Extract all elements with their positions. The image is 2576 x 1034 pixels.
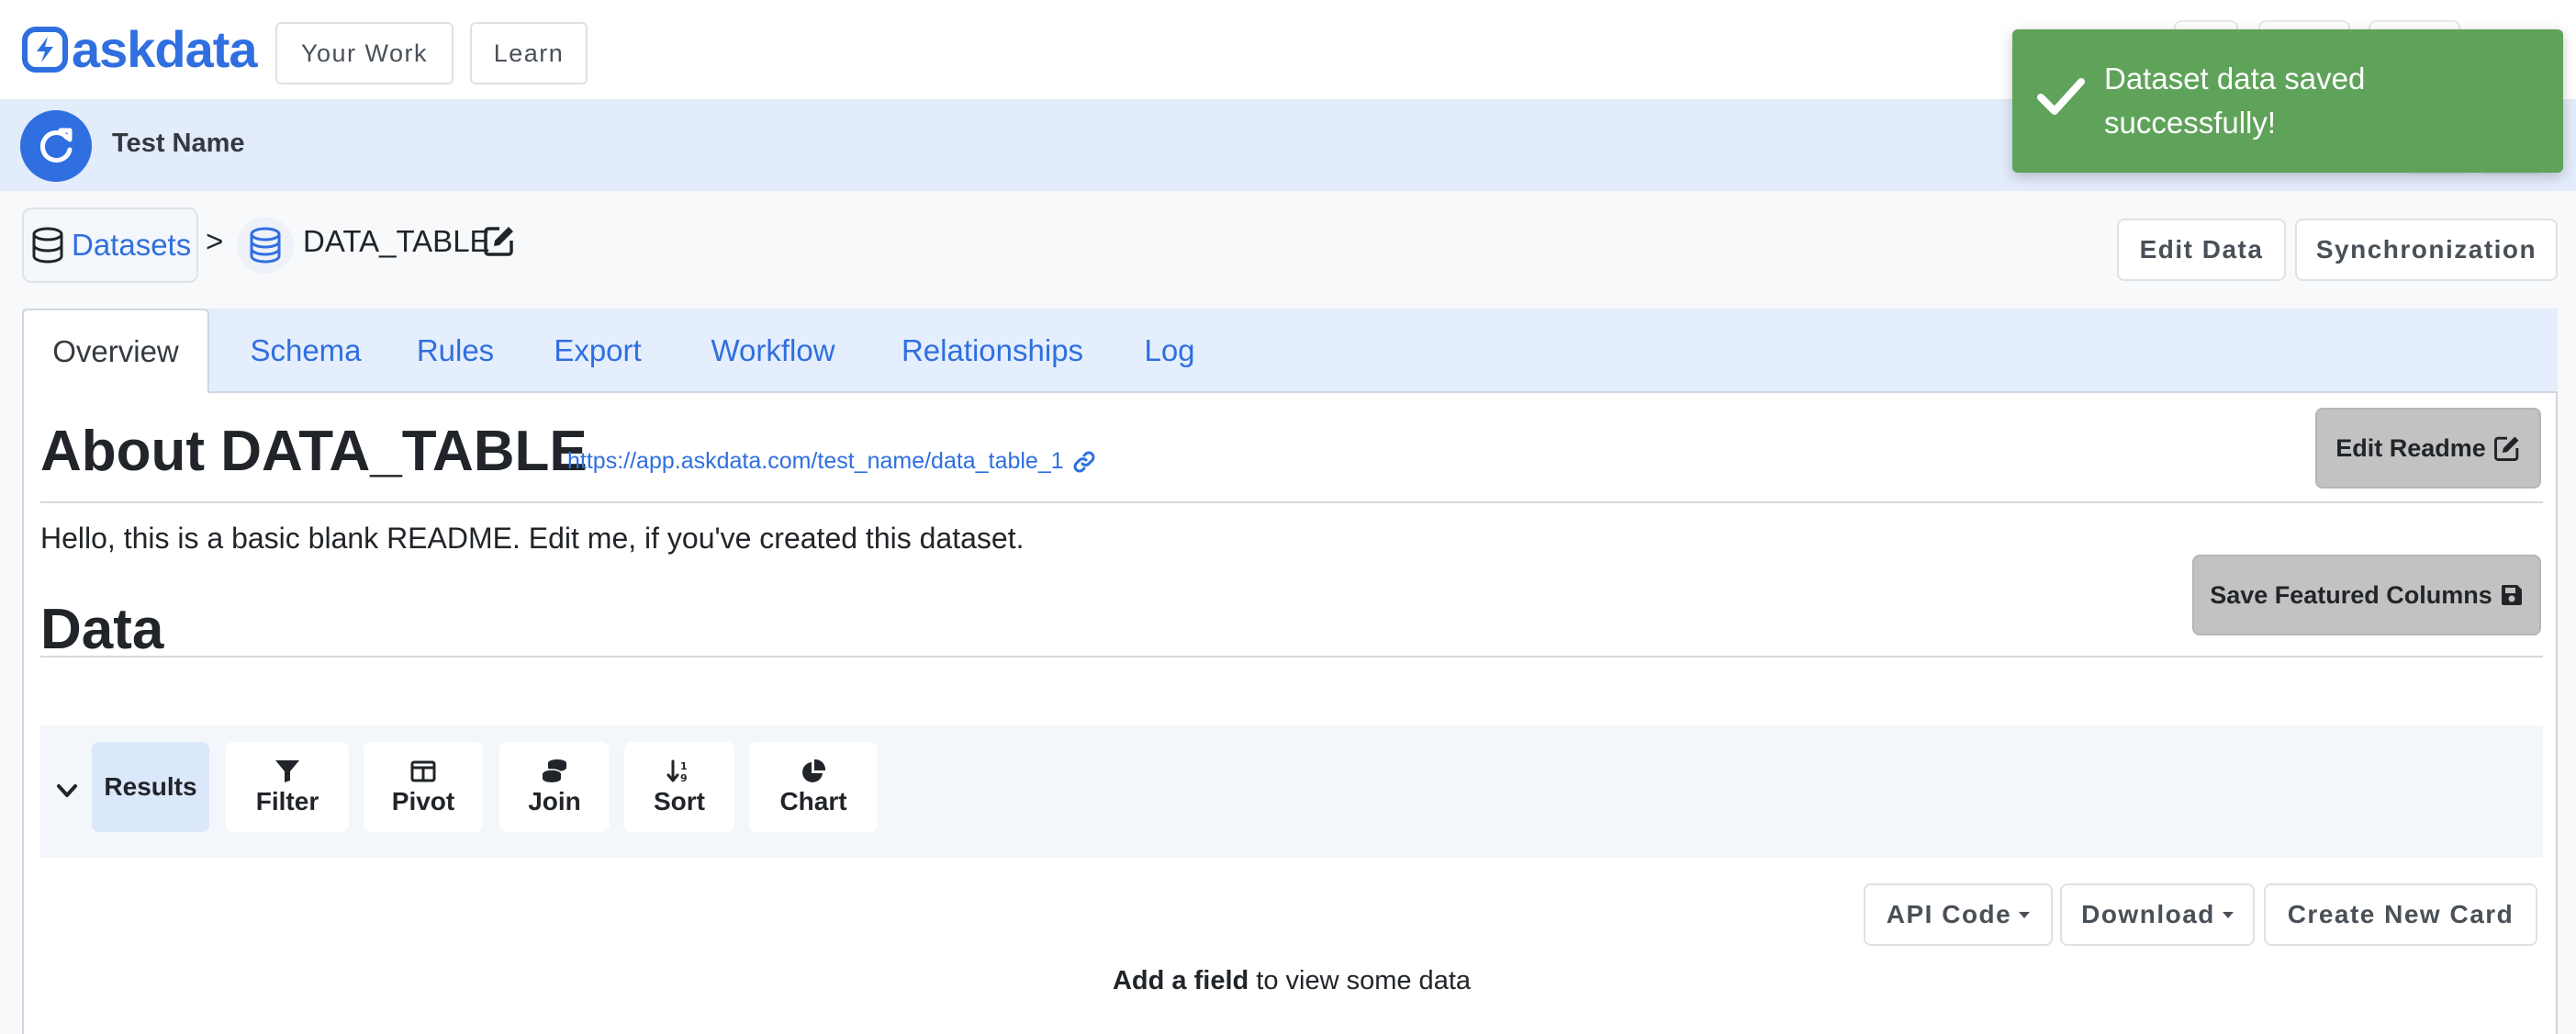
success-toast[interactable]: Dataset data saved successfully! [2012,29,2563,173]
logo-text: askdata [72,20,258,78]
user-name: Test Name [112,129,245,158]
edit-data-button[interactable]: Edit Data [2117,219,2286,281]
learn-button[interactable]: Learn [470,22,588,84]
svg-text:9: 9 [680,772,688,783]
dataset-url[interactable]: https://app.askdata.com/test_name/data_t… [567,448,1097,475]
readme-text: Hello, this is a basic blank README. Edi… [40,522,1025,555]
overview-panel: About DATA_TABLE https://app.askdata.com… [22,393,2558,1034]
database-icon [32,227,63,264]
join-label: Join [528,787,581,815]
caret-down-icon [2019,911,2031,918]
data-heading: Data [40,598,164,661]
data-divider [40,656,2543,657]
about-divider [40,501,2543,503]
save-icon [2501,585,2522,605]
dataset-url-text: https://app.askdata.com/test_name/data_t… [567,448,1064,474]
api-code-label: API Code [1886,900,2012,928]
edit-readme-button[interactable]: Edit Readme [2315,408,2541,489]
edit-icon [2493,436,2519,461]
save-featured-columns-button[interactable]: Save Featured Columns [2192,555,2541,635]
coins-icon [542,759,566,782]
askdata-logo[interactable]: askdata [22,20,258,78]
breadcrumb-datasets-label: Datasets [72,228,192,262]
filter-label: Filter [255,787,319,815]
download-dropdown[interactable]: Download [2060,883,2255,946]
download-label: Download [2081,900,2215,928]
empty-state-message: Add a field to view some data [24,966,2559,996]
svg-text:1: 1 [680,760,688,772]
about-heading: About DATA_TABLE [40,420,588,483]
tab-export[interactable]: Export [529,309,666,393]
pie-chart-icon [802,759,826,782]
tab-overview[interactable]: Overview [22,309,209,395]
dataset-icon-container [237,217,294,274]
caret-down-icon [2222,911,2234,918]
pivot-label: Pivot [391,787,455,815]
chart-label: Chart [779,787,847,815]
results-label: Results [104,772,197,801]
add-field-link[interactable]: Add a field [1113,966,1249,995]
main-area: Datasets > DATA_TABLE Edit Data Synchron… [0,191,2576,1034]
edit-icon[interactable] [483,224,516,257]
user-avatar[interactable] [20,110,92,182]
save-featured-columns-label: Save Featured Columns [2210,580,2492,609]
tab-workflow[interactable]: Workflow [687,309,859,393]
query-toolbar: Results Filter Pivot Join 19 Sort Chart [40,725,2543,858]
sort-label: Sort [654,787,705,815]
dataset-tabs: Overview Schema Rules Export Workflow Re… [22,309,2558,395]
your-work-button[interactable]: Your Work [275,22,454,84]
filter-button[interactable]: Filter [226,742,349,832]
sort-button[interactable]: 19 Sort [624,742,734,832]
chevron-down-icon[interactable] [53,777,81,804]
join-button[interactable]: Join [499,742,610,832]
check-icon [2037,78,2085,115]
breadcrumb-datasets[interactable]: Datasets [22,208,198,283]
edit-readme-label: Edit Readme [2335,433,2486,462]
results-button[interactable]: Results [92,742,209,832]
synchronization-button[interactable]: Synchronization [2295,219,2558,281]
refresh-icon [39,128,73,163]
tab-relationships[interactable]: Relationships [879,309,1105,393]
tab-schema[interactable]: Schema [230,309,382,393]
sort-icon: 19 [666,759,688,783]
tab-rules[interactable]: Rules [402,309,509,393]
link-icon [1073,451,1095,472]
pivot-button[interactable]: Pivot [364,742,483,832]
empty-state-rest: to view some data [1249,966,1472,995]
toast-message: Dataset data saved successfully! [2104,62,2366,140]
api-code-dropdown[interactable]: API Code [1864,883,2053,946]
breadcrumb-separator: > [206,224,224,258]
pivot-table-icon [410,760,436,782]
askdata-logo-icon [22,27,68,73]
database-stack-icon [250,227,281,264]
chart-button[interactable]: Chart [749,742,878,832]
filter-icon [275,760,299,782]
tab-log[interactable]: Log [1124,309,1215,393]
create-new-card-button[interactable]: Create New Card [2264,883,2537,946]
breadcrumb-table-name: DATA_TABLE [303,224,490,258]
